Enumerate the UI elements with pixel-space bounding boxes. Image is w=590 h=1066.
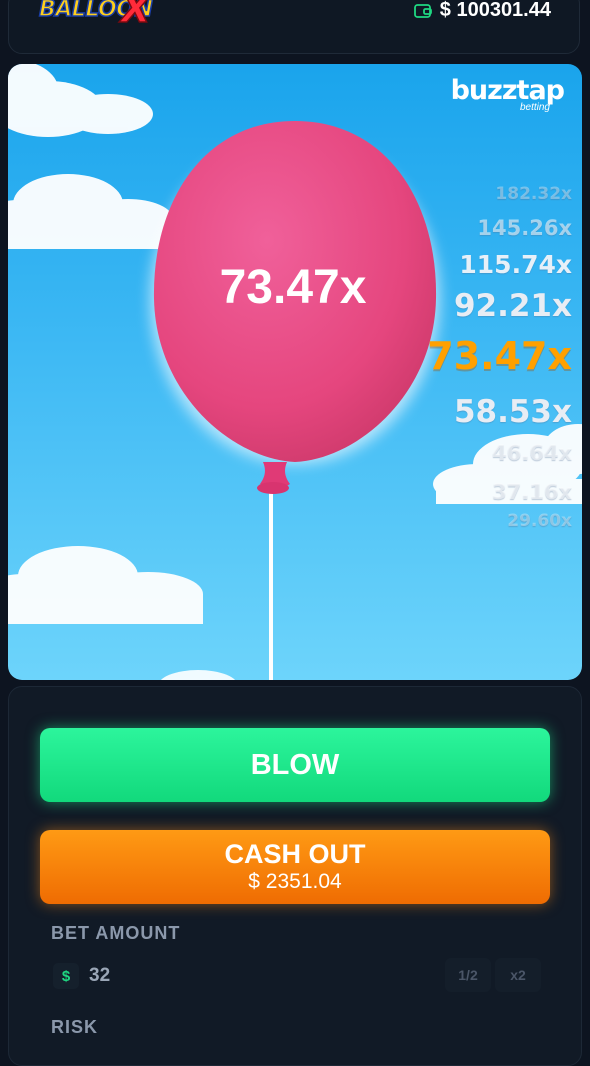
cloud-top-left [8, 64, 153, 137]
top-bar: BALLOON X $ 100301.44 [8, 0, 580, 54]
blow-label: BLOW [250, 748, 340, 781]
bet-amount-label: BET AMOUNT [51, 923, 181, 943]
balance-display: $ 100301.44 [413, 0, 551, 22]
blow-button[interactable]: BLOW [40, 728, 550, 802]
multiplier-step: 46.64x [492, 441, 572, 465]
buzztap-logo: buzztap betting [451, 76, 565, 114]
cloud-bottom-left [8, 546, 203, 624]
bet-amount-input[interactable]: 32 [89, 963, 289, 989]
multiplier-step: 37.16x [492, 480, 572, 504]
cloud-bottom-center [160, 670, 236, 680]
balloon-multiplier: 73.47x [219, 261, 367, 314]
logo-x: X [120, 0, 151, 32]
multiplier-step: 29.60x [507, 511, 572, 531]
multiplier-step: 73.47x [427, 334, 572, 378]
balloon-x-logo: BALLOON X [37, 0, 157, 39]
bet-amount-row: $ 32 1/2 x2 [51, 958, 545, 994]
multiplier-step: 145.26x [477, 216, 572, 240]
cashout-label: CASH OUT [224, 839, 366, 869]
cashout-amount: $ 2351.04 [248, 870, 342, 893]
multiplier-step: 58.53x [453, 394, 572, 430]
wallet-icon [413, 3, 432, 18]
cloud-mid-left [8, 174, 178, 249]
balance-amount: $ 100301.44 [439, 0, 551, 21]
risk-label: RISK [51, 1017, 99, 1037]
half-bet-button[interactable]: 1/2 [445, 958, 491, 992]
double-bet-button[interactable]: x2 [495, 958, 541, 992]
game-area: buzztap betting 73.47x 182.32x 145.26x 115… [8, 64, 582, 680]
multiplier-step: 115.74x [459, 250, 572, 279]
multiplier-step: 182.32x [495, 184, 572, 204]
dollar-icon: $ [53, 963, 79, 989]
multiplier-step: 92.21x [453, 288, 572, 324]
cashout-button[interactable]: CASH OUT $ 2351.04 [40, 830, 550, 904]
